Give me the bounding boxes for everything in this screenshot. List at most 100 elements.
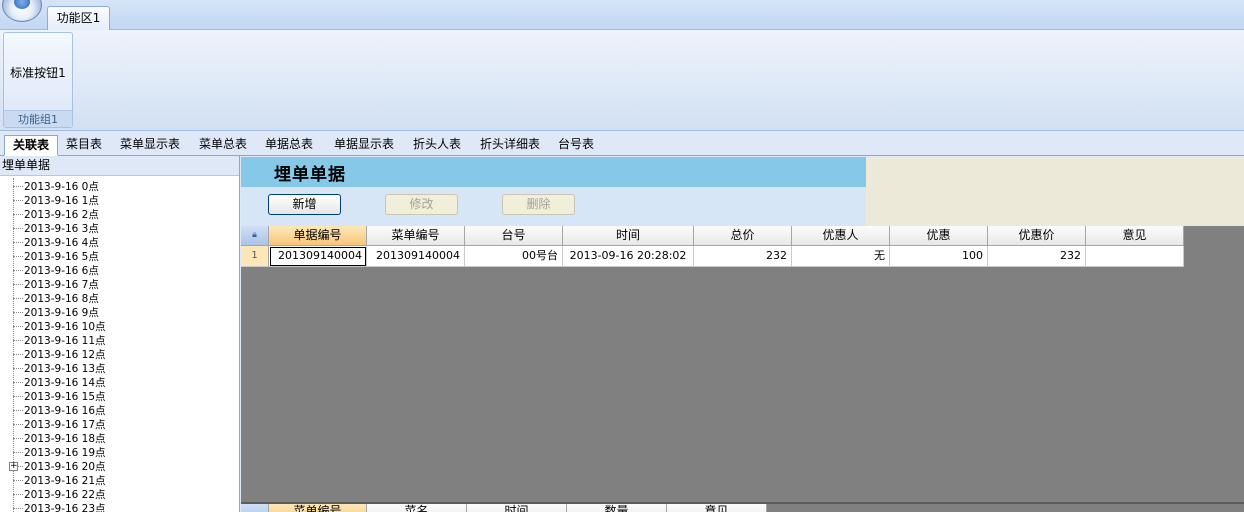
tree-item[interactable]: 2013-9-16 18点: [24, 432, 106, 446]
grid-cell[interactable]: 201309140004: [269, 246, 367, 267]
tab-bill-summary[interactable]: 单据总表: [258, 135, 320, 156]
row-number[interactable]: 1: [241, 246, 269, 267]
grid-cell[interactable]: 232: [988, 246, 1086, 267]
tab-table-numbers[interactable]: 台号表: [552, 135, 600, 156]
tree-item[interactable]: 2013-9-16 13点: [24, 362, 106, 376]
tree-item[interactable]: 2013-9-16 21点: [24, 474, 106, 488]
tree-branch-line: [13, 284, 23, 285]
tree-item[interactable]: 2013-9-16 19点: [24, 446, 106, 460]
tree-branch-line: [13, 340, 23, 341]
tree-branch-line: [13, 200, 23, 201]
ribbon-group: 标准按钮1 功能组1: [3, 32, 73, 128]
tree-item[interactable]: 2013-9-16 17点: [24, 418, 106, 432]
column-header[interactable]: 单据编号: [269, 226, 367, 246]
standard-button-1[interactable]: 标准按钮1: [6, 37, 70, 109]
tree-branch-line: [13, 438, 23, 439]
app-menu-orb-button[interactable]: [2, 0, 42, 22]
ribbon-group-label: 功能组1: [4, 110, 72, 127]
tree-branch-line: [13, 424, 23, 425]
tree-branch-line: [13, 256, 23, 257]
grid-cell[interactable]: 无: [792, 246, 890, 267]
tab-dish-list[interactable]: 菜目表: [60, 135, 108, 156]
tree-branch-line: [13, 242, 23, 243]
add-button[interactable]: 新增: [268, 194, 341, 215]
detail-column-header[interactable]: 菜单编号: [269, 504, 367, 512]
tree-item[interactable]: 2013-9-16 23点: [24, 502, 106, 512]
grid-cell[interactable]: 2013-09-16 20:28:02: [563, 246, 694, 267]
tree-item[interactable]: 2013-9-16 22点: [24, 488, 106, 502]
tree-item[interactable]: 2013-9-16 0点: [24, 180, 99, 194]
column-header[interactable]: 菜单编号: [367, 226, 465, 246]
app-logo-icon: [14, 0, 30, 9]
tree-item[interactable]: 2013-9-16 10点: [24, 320, 106, 334]
tab-menu-summary[interactable]: 菜单总表: [192, 135, 254, 156]
tree-branch-line: [13, 480, 23, 481]
tree-item[interactable]: 2013-9-16 8点: [24, 292, 99, 306]
column-header[interactable]: 台号: [465, 226, 563, 246]
tree-branch-line: [13, 494, 23, 495]
grid-cell[interactable]: 100: [890, 246, 988, 267]
detail-column-header[interactable]: 菜名: [367, 504, 467, 512]
lock-icon[interactable]: 🔒︎: [241, 226, 269, 246]
tree-item[interactable]: 2013-9-16 11点: [24, 334, 106, 348]
delete-button[interactable]: 删除: [502, 194, 575, 215]
detail-grid: 菜单编号 菜名 时间 数量 意见: [241, 504, 1244, 512]
tree-item[interactable]: 2013-9-16 14点: [24, 376, 106, 390]
tree-item[interactable]: 2013-9-16 12点: [24, 348, 106, 362]
form-toolbar: 新增 修改 删除: [241, 187, 866, 226]
form-title: 埋单单据: [274, 165, 346, 185]
tab-discount-detail[interactable]: 折头详细表: [472, 135, 548, 156]
tree-branch-line: [13, 354, 23, 355]
tree-branch-line: [13, 368, 23, 369]
content-area: 埋单单据 新增 修改 删除 🔒︎ 单据编号 菜单编号 台号 时间 总价 优惠人 …: [241, 157, 1244, 512]
side-pane: [866, 157, 1244, 226]
column-header[interactable]: 优惠人: [792, 226, 890, 246]
tree-panel: 埋单单据 2013-9-16 0点 2013-9-16 1点 2013-9-16 2…: [0, 156, 240, 512]
tree-item[interactable]: 2013-9-16 1点: [24, 194, 99, 208]
tree-title: 埋单单据: [0, 156, 239, 176]
tree-branch-line: [13, 452, 23, 453]
tree-branch-line: [13, 326, 23, 327]
detail-column-header[interactable]: 时间: [467, 504, 567, 512]
tree-branch-line: [13, 382, 23, 383]
tree-branch-line: [13, 270, 23, 271]
tree-item[interactable]: 2013-9-16 2点: [24, 208, 99, 222]
tree-item[interactable]: 2013-9-16 16点: [24, 404, 106, 418]
tab-bill-display[interactable]: 单据显示表: [326, 135, 402, 156]
column-header[interactable]: 意见: [1086, 226, 1184, 246]
column-header[interactable]: 优惠价: [988, 226, 1086, 246]
grid-cell[interactable]: 00号台: [465, 246, 563, 267]
bill-grid: 🔒︎ 单据编号 菜单编号 台号 时间 总价 优惠人 优惠 优惠价 意见 1 20…: [241, 226, 1184, 268]
column-header[interactable]: 时间: [563, 226, 694, 246]
edit-button[interactable]: 修改: [385, 194, 458, 215]
tab-relation-table[interactable]: 关联表: [4, 135, 58, 156]
tree-item[interactable]: 2013-9-16 15点: [24, 390, 106, 404]
tree-branch-line: [13, 396, 23, 397]
tree-item[interactable]: 2013-9-16 9点: [24, 306, 99, 320]
tree-item[interactable]: 2013-9-16 5点: [24, 250, 99, 264]
column-header[interactable]: 优惠: [890, 226, 988, 246]
grid-cell[interactable]: 232: [694, 246, 792, 267]
tree-branch-line: [13, 312, 23, 313]
tree-item[interactable]: 2013-9-16 20点: [24, 460, 106, 474]
column-header[interactable]: 总价: [694, 226, 792, 246]
tab-menu-display[interactable]: 菜单显示表: [112, 135, 188, 156]
tree-branch-line: [13, 410, 23, 411]
grid-cell[interactable]: [1086, 246, 1184, 267]
tab-discount-person[interactable]: 折头人表: [406, 135, 468, 156]
form-header: 埋单单据: [241, 157, 866, 187]
ribbon-tab[interactable]: 功能区1: [47, 6, 110, 31]
tree-item[interactable]: 2013-9-16 3点: [24, 222, 99, 236]
tree-item[interactable]: 2013-9-16 7点: [24, 278, 99, 292]
tree-item[interactable]: 2013-9-16 6点: [24, 264, 99, 278]
tree-branch-line: [13, 186, 23, 187]
detail-corner[interactable]: [241, 504, 269, 512]
expand-icon[interactable]: +: [9, 462, 18, 471]
tree-branch-line: [13, 214, 23, 215]
grid-cell[interactable]: 201309140004: [367, 246, 465, 267]
detail-column-header[interactable]: 意见: [667, 504, 767, 512]
ribbon-header: 功能区1: [0, 0, 1244, 31]
tree-branch-line: [13, 508, 23, 509]
tree-item[interactable]: 2013-9-16 4点: [24, 236, 99, 250]
detail-column-header[interactable]: 数量: [567, 504, 667, 512]
